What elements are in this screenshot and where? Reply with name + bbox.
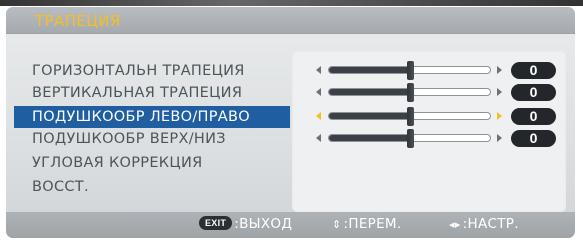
slider-row-vertical-keystone: 0 [316, 82, 556, 104]
menu-item-label: ГОРИЗОНТАЛЬН ТРАПЕЦИЯ [32, 63, 245, 79]
menu-item-pincushion-top-bottom[interactable]: ПОДУШКООБР ВЕРХ/НИЗ [32, 128, 226, 150]
arrow-left-icon[interactable] [316, 66, 321, 74]
slider-row-pincushion-top-bottom: 0 [316, 128, 556, 150]
arrow-left-icon[interactable] [316, 88, 321, 96]
exit-hint: EXIT:ВЫХОД [199, 216, 292, 232]
up-down-arrows-icon: ⇕ [332, 218, 342, 231]
slider-fill [329, 89, 410, 95]
slider-knob[interactable] [406, 61, 414, 80]
value-display: 0 [511, 108, 556, 125]
value-display: 0 [511, 84, 556, 101]
menu-item-cornerstone[interactable]: УГЛОВАЯ КОРРЕКЦИЯ [32, 152, 202, 174]
arrow-right-icon[interactable] [497, 134, 502, 142]
arrow-right-icon[interactable] [497, 88, 502, 96]
left-right-arrows-icon: ◂▸ [449, 218, 461, 231]
value-display: 0 [511, 62, 556, 79]
menu-item-label: УГЛОВАЯ КОРРЕКЦИЯ [32, 155, 203, 171]
arrow-right-icon[interactable] [497, 112, 502, 120]
slider-knob[interactable] [406, 107, 414, 126]
slider-row-pincushion-left-right: 0 [316, 106, 556, 128]
keystone-menu-panel: ТРАПЕЦИЯ ГОРИЗОНТАЛЬН ТРАПЕЦИЯ ВЕРТИКАЛЬ… [6, 7, 575, 238]
menu-title: ТРАПЕЦИЯ [35, 12, 121, 30]
menu-item-vertical-keystone[interactable]: ВЕРТИКАЛЬНАЯ ТРАПЕЦИЯ [32, 82, 242, 104]
arrow-left-icon[interactable] [316, 112, 321, 120]
top-strip [0, 0, 583, 6]
slider-fill [329, 135, 410, 141]
menu-item-reset[interactable]: ВОССТ. [32, 176, 89, 198]
slider-knob[interactable] [406, 129, 414, 148]
menu-item-label: ВЕРТИКАЛЬНАЯ ТРАПЕЦИЯ [32, 85, 243, 101]
arrow-left-icon[interactable] [316, 134, 321, 142]
menu-item-label: ПОДУШКООБР ВЕРХ/НИЗ [32, 131, 226, 147]
footer-hint-bar: EXIT:ВЫХОД ⇕:ПЕРЕМ. ◂▸:НАСТР. [6, 212, 575, 238]
exit-key-icon[interactable]: EXIT [199, 216, 233, 230]
move-hint-label: :ПЕРЕМ. [343, 216, 402, 232]
exit-hint-label: :ВЫХОД [234, 216, 293, 232]
menu-title-bar: ТРАПЕЦИЯ [6, 7, 575, 34]
menu-item-horizontal-keystone[interactable]: ГОРИЗОНТАЛЬН ТРАПЕЦИЯ [32, 60, 245, 82]
slider-fill [329, 113, 410, 119]
move-hint: ⇕:ПЕРЕМ. [332, 216, 401, 232]
adjust-hint-label: :НАСТР. [462, 216, 519, 232]
slider-knob[interactable] [406, 83, 414, 102]
slider-fill [329, 67, 410, 73]
menu-item-pincushion-left-right[interactable]: ПОДУШКООБР ЛЕВО/ПРАВО [14, 106, 290, 128]
arrow-right-icon[interactable] [497, 66, 502, 74]
slider-row-horizontal-keystone: 0 [316, 60, 556, 82]
menu-item-label: ВОССТ. [32, 179, 89, 195]
value-display: 0 [511, 130, 556, 147]
adjust-hint: ◂▸:НАСТР. [449, 216, 519, 232]
menu-item-label: ПОДУШКООБР ЛЕВО/ПРАВО [32, 109, 250, 125]
